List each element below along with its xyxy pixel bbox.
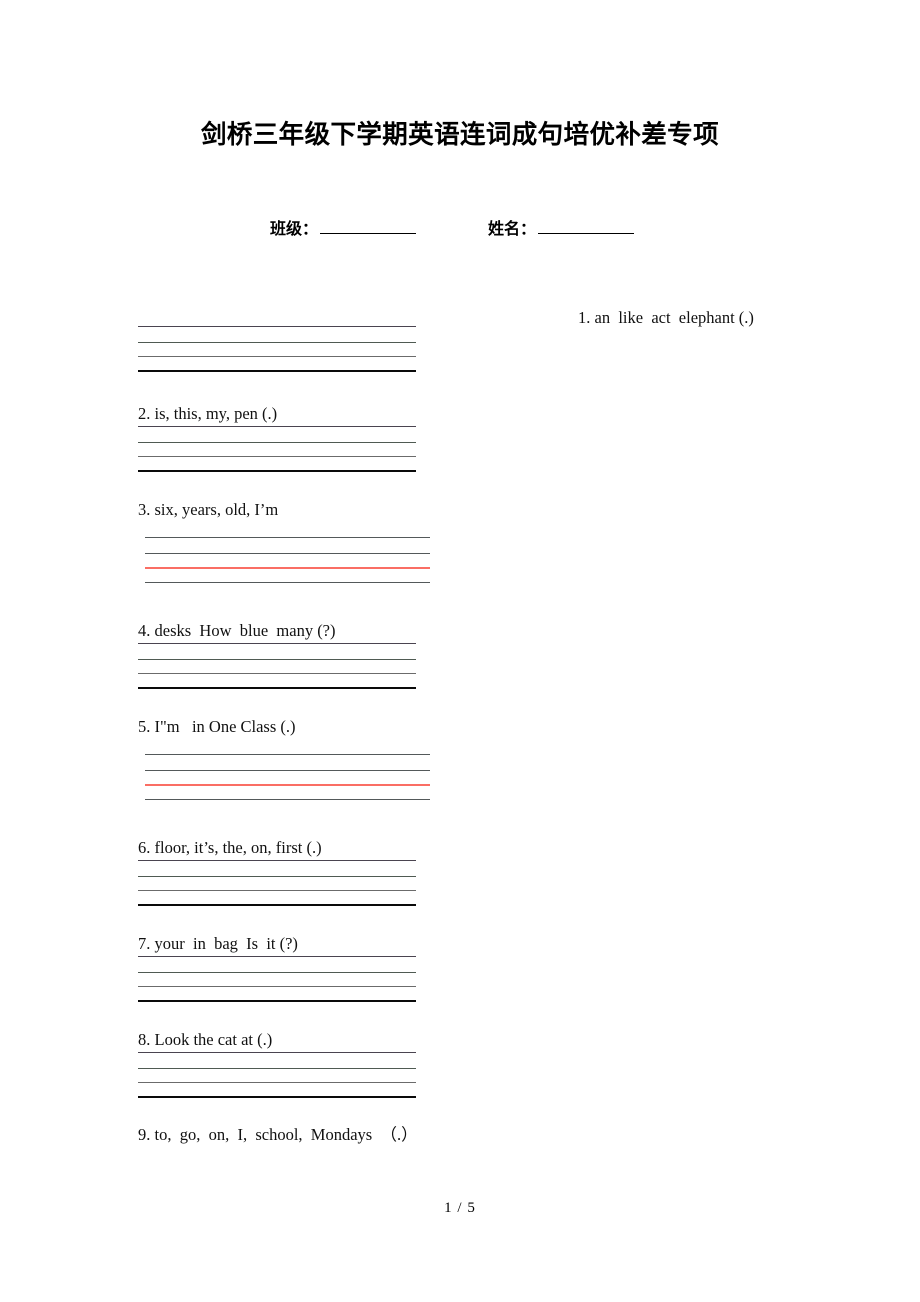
name-field: 姓名： <box>488 215 635 239</box>
answer-line[interactable] <box>138 326 416 327</box>
student-info-row: 班级： 姓名： <box>270 215 730 239</box>
answer-line[interactable] <box>138 456 416 457</box>
answer-line[interactable] <box>138 1000 416 1002</box>
page-number-footer: 1 / 5 <box>444 1200 476 1216</box>
answer-lines-5[interactable] <box>145 754 430 800</box>
answer-line[interactable] <box>138 876 416 877</box>
answer-line[interactable] <box>138 904 416 906</box>
answer-line-red[interactable] <box>145 567 430 569</box>
answer-lines-2[interactable] <box>138 426 416 472</box>
answer-line-red[interactable] <box>145 784 430 786</box>
answer-line[interactable] <box>138 643 416 644</box>
answer-line[interactable] <box>145 537 430 538</box>
answer-line[interactable] <box>138 356 416 357</box>
page-title: 剑桥三年级下学期英语连词成句培优补差专项 <box>200 121 719 149</box>
answer-line[interactable] <box>145 770 430 771</box>
answer-line[interactable] <box>145 799 430 800</box>
name-label: 姓名： <box>488 221 537 238</box>
answer-line[interactable] <box>138 342 416 343</box>
answer-line[interactable] <box>138 470 416 472</box>
answer-line[interactable] <box>138 442 416 443</box>
answer-lines-8[interactable] <box>138 1052 416 1098</box>
answer-lines-4[interactable] <box>138 643 416 689</box>
answer-line[interactable] <box>138 860 416 861</box>
question-5-text: 5. I"m in One Class (.) <box>138 717 296 736</box>
answer-line[interactable] <box>138 972 416 973</box>
answer-line[interactable] <box>138 426 416 427</box>
answer-line[interactable] <box>138 1052 416 1053</box>
answer-line[interactable] <box>145 553 430 554</box>
answer-lines-6[interactable] <box>138 860 416 906</box>
answer-line[interactable] <box>138 1096 416 1098</box>
answer-line[interactable] <box>138 673 416 674</box>
answer-lines-3[interactable] <box>145 537 430 583</box>
answer-line[interactable] <box>138 986 416 987</box>
question-6-text: 6. floor, it’s, the, on, first (.) <box>138 838 322 857</box>
worksheet-page: 剑桥三年级下学期英语连词成句培优补差专项 班级： 姓名： 1. an like … <box>0 0 920 1302</box>
question-3-text: 3. six, years, old, I’m <box>138 500 279 519</box>
question-2-text: 2. is, this, my, pen (.) <box>138 404 278 423</box>
answer-lines-1[interactable] <box>138 326 416 372</box>
question-1-text: 1. an like act elephant (.) <box>578 308 754 327</box>
answer-line[interactable] <box>138 890 416 891</box>
answer-line[interactable] <box>138 370 416 372</box>
class-field: 班级： <box>270 215 417 239</box>
class-label: 班级： <box>270 221 319 238</box>
answer-line[interactable] <box>138 659 416 660</box>
answer-line[interactable] <box>138 956 416 957</box>
question-8-text: 8. Look the cat at (.) <box>138 1030 273 1049</box>
question-9-text: 9. to, go, on, I, school, Mondays （.） <box>138 1125 418 1144</box>
class-blank-input[interactable] <box>320 218 417 234</box>
question-4-text: 4. desks How blue many (?) <box>138 621 336 640</box>
answer-line[interactable] <box>138 1082 416 1083</box>
answer-lines-7[interactable] <box>138 956 416 1002</box>
answer-line[interactable] <box>138 687 416 689</box>
answer-line[interactable] <box>138 1068 416 1069</box>
question-7-text: 7. your in bag Is it (?) <box>138 934 298 953</box>
answer-line[interactable] <box>145 582 430 583</box>
answer-line[interactable] <box>145 754 430 755</box>
name-blank-input[interactable] <box>538 218 635 234</box>
